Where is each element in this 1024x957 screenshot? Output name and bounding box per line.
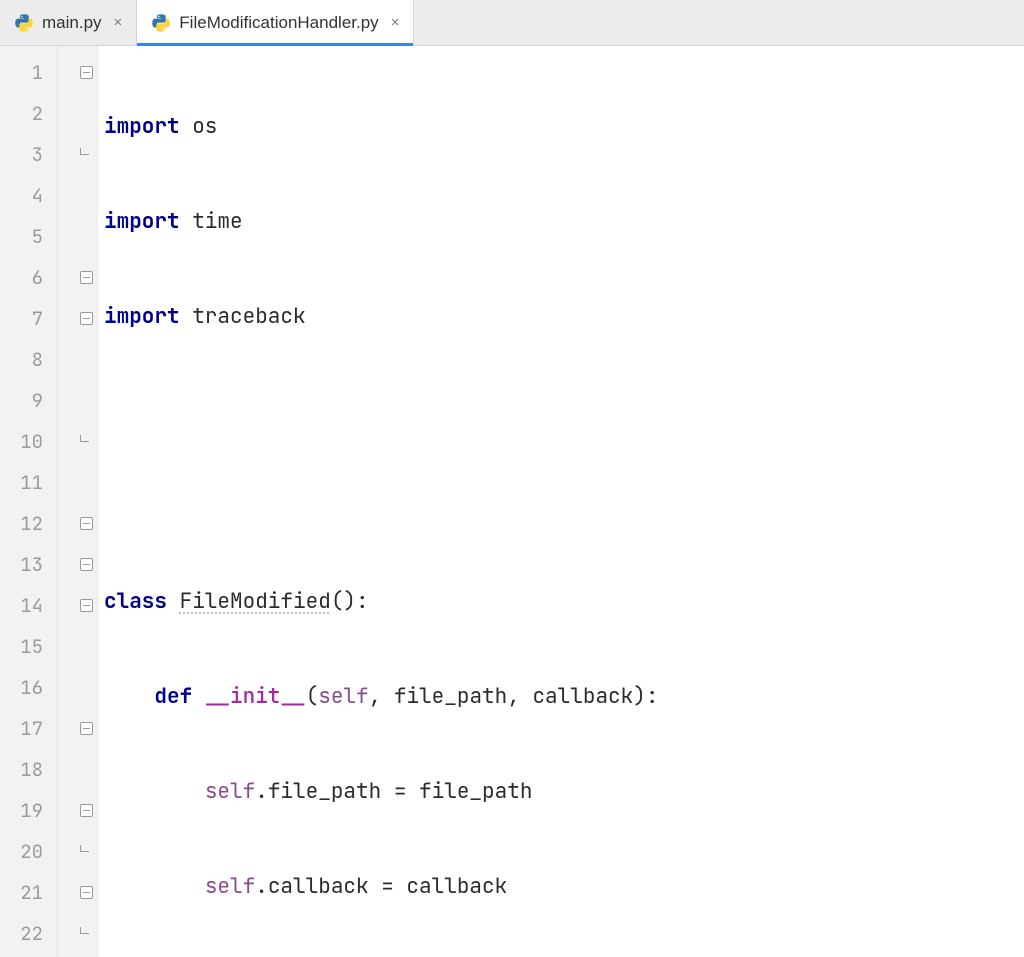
fold-end-icon	[80, 148, 93, 161]
fold-end-icon	[80, 845, 93, 858]
tab-label: FileModificationHandler.py	[179, 13, 378, 33]
code-line: self.file_path = file_path	[98, 771, 1024, 812]
fold-toggle-icon[interactable]	[80, 804, 93, 817]
line-number: 7	[0, 298, 57, 339]
python-file-icon	[151, 13, 171, 33]
close-icon[interactable]: ×	[110, 12, 127, 33]
code-editor[interactable]: 1 2 3 4 5 6 7 8 9 10 11 12 13 14 15 16 1…	[0, 46, 1024, 957]
line-number: 5	[0, 216, 57, 257]
line-number: 16	[0, 667, 57, 708]
line-number: 14	[0, 585, 57, 626]
code-area[interactable]: import os import time import traceback c…	[98, 46, 1024, 957]
line-number-gutter: 1 2 3 4 5 6 7 8 9 10 11 12 13 14 15 16 1…	[0, 46, 58, 957]
code-line	[98, 486, 1024, 527]
tab-main-py[interactable]: main.py ×	[0, 0, 137, 45]
code-line: import traceback	[98, 296, 1024, 337]
line-number: 1	[0, 52, 57, 93]
code-line: import os	[98, 106, 1024, 147]
line-number: 19	[0, 790, 57, 831]
line-number: 9	[0, 380, 57, 421]
code-line: def __init__(self, file_path, callback):	[98, 676, 1024, 717]
fold-end-icon	[80, 927, 93, 940]
fold-end-icon	[80, 435, 93, 448]
line-number: 13	[0, 544, 57, 585]
line-number: 4	[0, 175, 57, 216]
line-number: 22	[0, 913, 57, 954]
line-number: 20	[0, 831, 57, 872]
fold-toggle-icon[interactable]	[80, 271, 93, 284]
code-line: self.callback = callback	[98, 866, 1024, 907]
line-number: 3	[0, 134, 57, 175]
fold-toggle-icon[interactable]	[80, 312, 93, 325]
fold-toggle-icon[interactable]	[80, 517, 93, 530]
python-file-icon	[14, 13, 34, 33]
tab-label: main.py	[42, 13, 102, 33]
line-number: 8	[0, 339, 57, 380]
line-number: 2	[0, 93, 57, 134]
line-number: 17	[0, 708, 57, 749]
line-number: 10	[0, 421, 57, 462]
code-line	[98, 391, 1024, 432]
close-icon[interactable]: ×	[387, 12, 404, 33]
line-number: 15	[0, 626, 57, 667]
code-line: import time	[98, 201, 1024, 242]
line-number: 18	[0, 749, 57, 790]
fold-gutter	[58, 46, 98, 957]
line-number: 12	[0, 503, 57, 544]
fold-toggle-icon[interactable]	[80, 599, 93, 612]
fold-toggle-icon[interactable]	[80, 66, 93, 79]
tab-bar: main.py × FileModificationHandler.py ×	[0, 0, 1024, 46]
code-line: class FileModified():	[98, 581, 1024, 622]
line-number: 21	[0, 872, 57, 913]
line-number: 6	[0, 257, 57, 298]
tab-filemodificationhandler-py[interactable]: FileModificationHandler.py ×	[137, 0, 414, 45]
line-number: 11	[0, 462, 57, 503]
fold-toggle-icon[interactable]	[80, 722, 93, 735]
fold-toggle-icon[interactable]	[80, 558, 93, 571]
fold-toggle-icon[interactable]	[80, 886, 93, 899]
